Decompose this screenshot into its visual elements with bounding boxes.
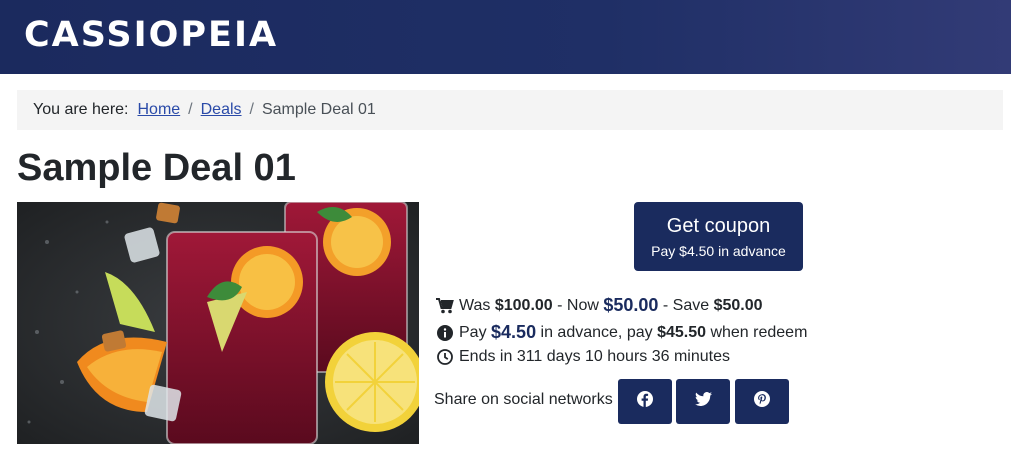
get-coupon-label: Get coupon	[666, 215, 771, 237]
save-label: - Save	[662, 296, 710, 314]
advance-amount: $4.50	[491, 322, 537, 342]
countdown: Ends in 311 days 10 hours 36 minutes	[436, 348, 730, 366]
twitter-icon	[694, 392, 712, 411]
now-label: - Now	[557, 296, 599, 314]
now-price: $50.00	[603, 295, 659, 315]
cart-icon	[436, 297, 454, 315]
breadcrumb-lead: You are here:	[33, 101, 129, 118]
countdown-text: Ends in 311 days 10 hours 36 minutes	[459, 348, 730, 365]
breadcrumb-link-deals[interactable]: Deals	[201, 101, 242, 119]
share-facebook-button[interactable]	[618, 379, 672, 424]
get-coupon-sublabel: Pay $4.50 in advance	[651, 243, 786, 259]
facebook-icon	[637, 391, 653, 412]
was-price: $100.00	[494, 296, 553, 314]
advance-payment: Pay $4.50 in advance, pay $45.50 when re…	[436, 322, 807, 343]
advance-middle: in advance, pay	[540, 323, 653, 341]
breadcrumb: You are here: Home / Deals / Sample Deal…	[17, 90, 1003, 130]
site-header: CASSIOPEIA	[0, 0, 1011, 74]
share-label: Share on social networks	[434, 391, 613, 408]
share-twitter-button[interactable]	[676, 379, 730, 424]
breadcrumb-current: Sample Deal 01	[261, 101, 376, 118]
deal-image	[17, 202, 419, 444]
breadcrumb-separator: /	[188, 101, 193, 118]
advance-suffix: when redeem	[710, 323, 808, 341]
breadcrumb-separator: /	[249, 101, 254, 118]
was-label: Was	[459, 296, 491, 314]
page-title: Sample Deal 01	[17, 147, 296, 189]
info-icon	[436, 324, 454, 342]
get-coupon-button[interactable]: Get coupon Pay $4.50 in advance	[634, 202, 803, 271]
pay-label: Pay	[459, 323, 487, 341]
pinterest-icon	[754, 391, 770, 412]
clock-icon	[436, 348, 454, 366]
share-pinterest-button[interactable]	[735, 379, 789, 424]
save-amount: $50.00	[713, 296, 763, 314]
redeem-amount: $45.50	[657, 323, 706, 341]
site-logo[interactable]: CASSIOPEIA	[24, 18, 278, 53]
price-summary: Was $100.00 - Now $50.00 - Save $50.00	[436, 295, 763, 316]
breadcrumb-link-home[interactable]: Home	[137, 101, 180, 119]
